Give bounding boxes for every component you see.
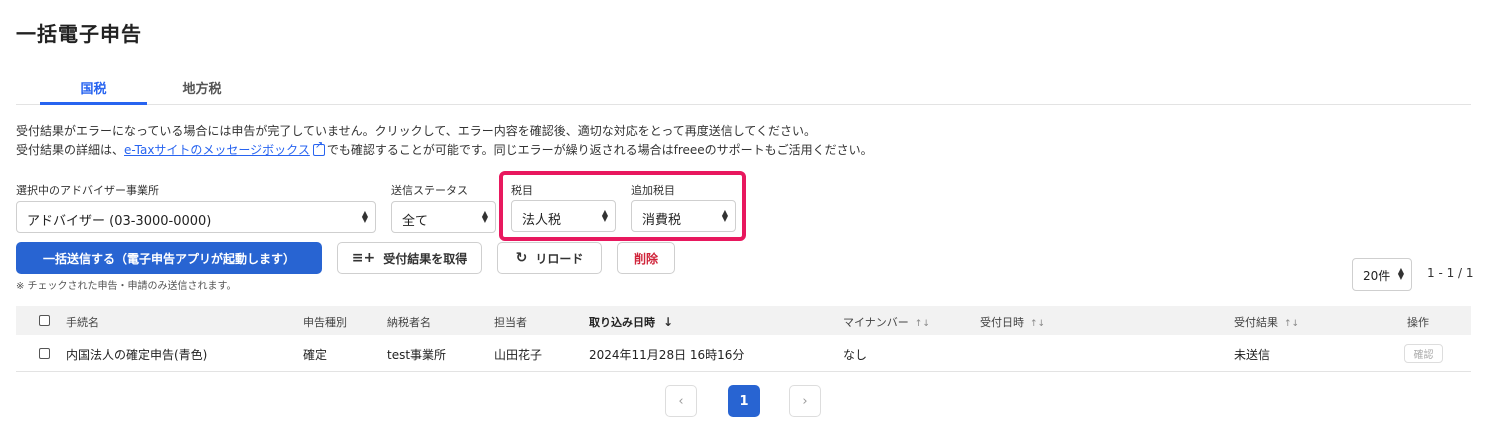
fetch-results-button[interactable]: ≡+ 受付結果を取得 — [337, 242, 482, 274]
tax-item-label: 税目 — [511, 184, 533, 197]
select-arrows-icon: ▲ ▼ — [721, 208, 728, 223]
header-my-number[interactable]: マイナンバー ↑↓ — [843, 314, 930, 330]
row-checkbox[interactable] — [39, 348, 50, 359]
select-arrows-icon: ▲ ▼ — [601, 208, 608, 223]
status-label: 送信ステータス — [391, 184, 468, 197]
bulk-send-button[interactable]: 一括送信する（電子申告アプリが起動します） — [16, 242, 322, 274]
send-footnote: ※ チェックされた申告・申請のみ送信されます。 — [16, 281, 237, 292]
notice-line-1: 受付結果がエラーになっている場合には申告が完了していません。クリックして、エラー… — [16, 124, 817, 138]
select-arrows-icon: ▲ ▼ — [481, 209, 488, 224]
pagination-page-button[interactable]: 1 — [728, 385, 760, 417]
tax-tabs: 国税 地方税 — [16, 72, 1471, 105]
cell-procedure: 内国法人の確定申告(青色) — [66, 348, 208, 362]
sort-descending-icon: ↓ — [663, 315, 674, 329]
tax-item-select[interactable]: 法人税 ▲ ▼ — [511, 200, 616, 232]
header-assignee: 担当者 — [494, 316, 527, 329]
notice-line-2-suffix: でも確認することが可能です。同じエラーが繰り返される場合はfreeeのサポートも… — [326, 143, 873, 157]
reload-label: リロード — [535, 251, 584, 266]
fetch-results-label: 受付結果を取得 — [383, 251, 468, 266]
header-received-datetime-label: 受付日時 — [980, 316, 1024, 329]
header-filing-type: 申告種別 — [303, 316, 347, 329]
header-operation: 操作 — [1407, 316, 1429, 329]
additional-tax-item-label: 追加税目 — [631, 184, 675, 197]
per-page-select[interactable]: 20件 ▲ ▼ — [1352, 258, 1412, 291]
select-all-checkbox[interactable] — [39, 315, 50, 326]
select-arrows-icon: ▲ ▼ — [361, 209, 368, 224]
reload-icon: ↻ — [515, 250, 528, 266]
sort-icon: ↑↓ — [1284, 319, 1300, 329]
delete-button[interactable]: 削除 — [617, 242, 675, 274]
cell-filing-type: 確定 — [303, 348, 328, 362]
status-select-value: 全て — [402, 214, 429, 229]
tab-local-tax[interactable]: 地方税 — [147, 78, 257, 97]
cell-import-datetime: 2024年11月28日 16時16分 — [589, 348, 745, 362]
tab-national-tax[interactable]: 国税 — [40, 78, 147, 105]
header-taxpayer: 納税者名 — [387, 316, 431, 329]
cell-my-number: なし — [843, 348, 868, 362]
table-row[interactable]: 内国法人の確定申告(青色) 確定 test事業所 山田花子 2024年11月28… — [16, 335, 1471, 372]
status-select[interactable]: 全て ▲ ▼ — [391, 201, 496, 233]
advisor-select[interactable]: アドバイザー (03-3000-0000) ▲ ▼ — [16, 201, 376, 233]
cell-assignee: 山田花子 — [494, 348, 543, 362]
header-my-number-label: マイナンバー — [843, 316, 909, 329]
table-header: 手続名 申告種別 納税者名 担当者 取り込み日時 ↓ マイナンバー ↑↓ 受付日時 ↑… — [16, 306, 1471, 335]
pagination-prev-button[interactable]: ‹ — [665, 385, 697, 417]
select-arrows-icon: ▲ ▼ — [1397, 266, 1404, 281]
header-import-datetime-label: 取り込み日時 — [589, 316, 655, 329]
additional-tax-item-select-value: 消費税 — [642, 213, 682, 228]
advisor-select-value: アドバイザー (03-3000-0000) — [27, 214, 212, 229]
header-procedure: 手続名 — [66, 316, 99, 329]
sort-icon: ↑↓ — [914, 319, 930, 329]
notice-line-2: 受付結果の詳細は、e-Taxサイトのメッセージボックス でも確認することが可能です… — [16, 140, 873, 158]
per-page-value: 20件 — [1363, 269, 1391, 283]
header-import-datetime[interactable]: 取り込み日時 ↓ — [589, 314, 673, 330]
tax-item-select-value: 法人税 — [522, 213, 562, 228]
header-result-label: 受付結果 — [1234, 316, 1278, 329]
external-link-icon — [312, 140, 325, 156]
sort-icon: ↑↓ — [1030, 319, 1046, 329]
result-range: 1 - 1 / 1 — [1427, 266, 1474, 280]
confirm-button[interactable]: 確認 — [1404, 344, 1443, 363]
notice-line-2-prefix: 受付結果の詳細は、 — [16, 143, 125, 157]
list-add-icon: ≡+ — [351, 250, 376, 266]
header-received-datetime[interactable]: 受付日時 ↑↓ — [980, 314, 1045, 330]
etax-message-box-link[interactable]: e-Taxサイトのメッセージボックス — [124, 143, 310, 157]
cell-result: 未送信 — [1234, 348, 1271, 362]
page-title: 一括電子申告 — [16, 22, 142, 46]
header-result[interactable]: 受付結果 ↑↓ — [1234, 314, 1299, 330]
reload-button[interactable]: ↻ リロード — [497, 242, 602, 274]
pagination-next-button[interactable]: › — [789, 385, 821, 417]
additional-tax-item-select[interactable]: 消費税 ▲ ▼ — [631, 200, 736, 232]
advisor-label: 選択中のアドバイザー事業所 — [16, 184, 159, 197]
cell-taxpayer: test事業所 — [387, 348, 447, 362]
